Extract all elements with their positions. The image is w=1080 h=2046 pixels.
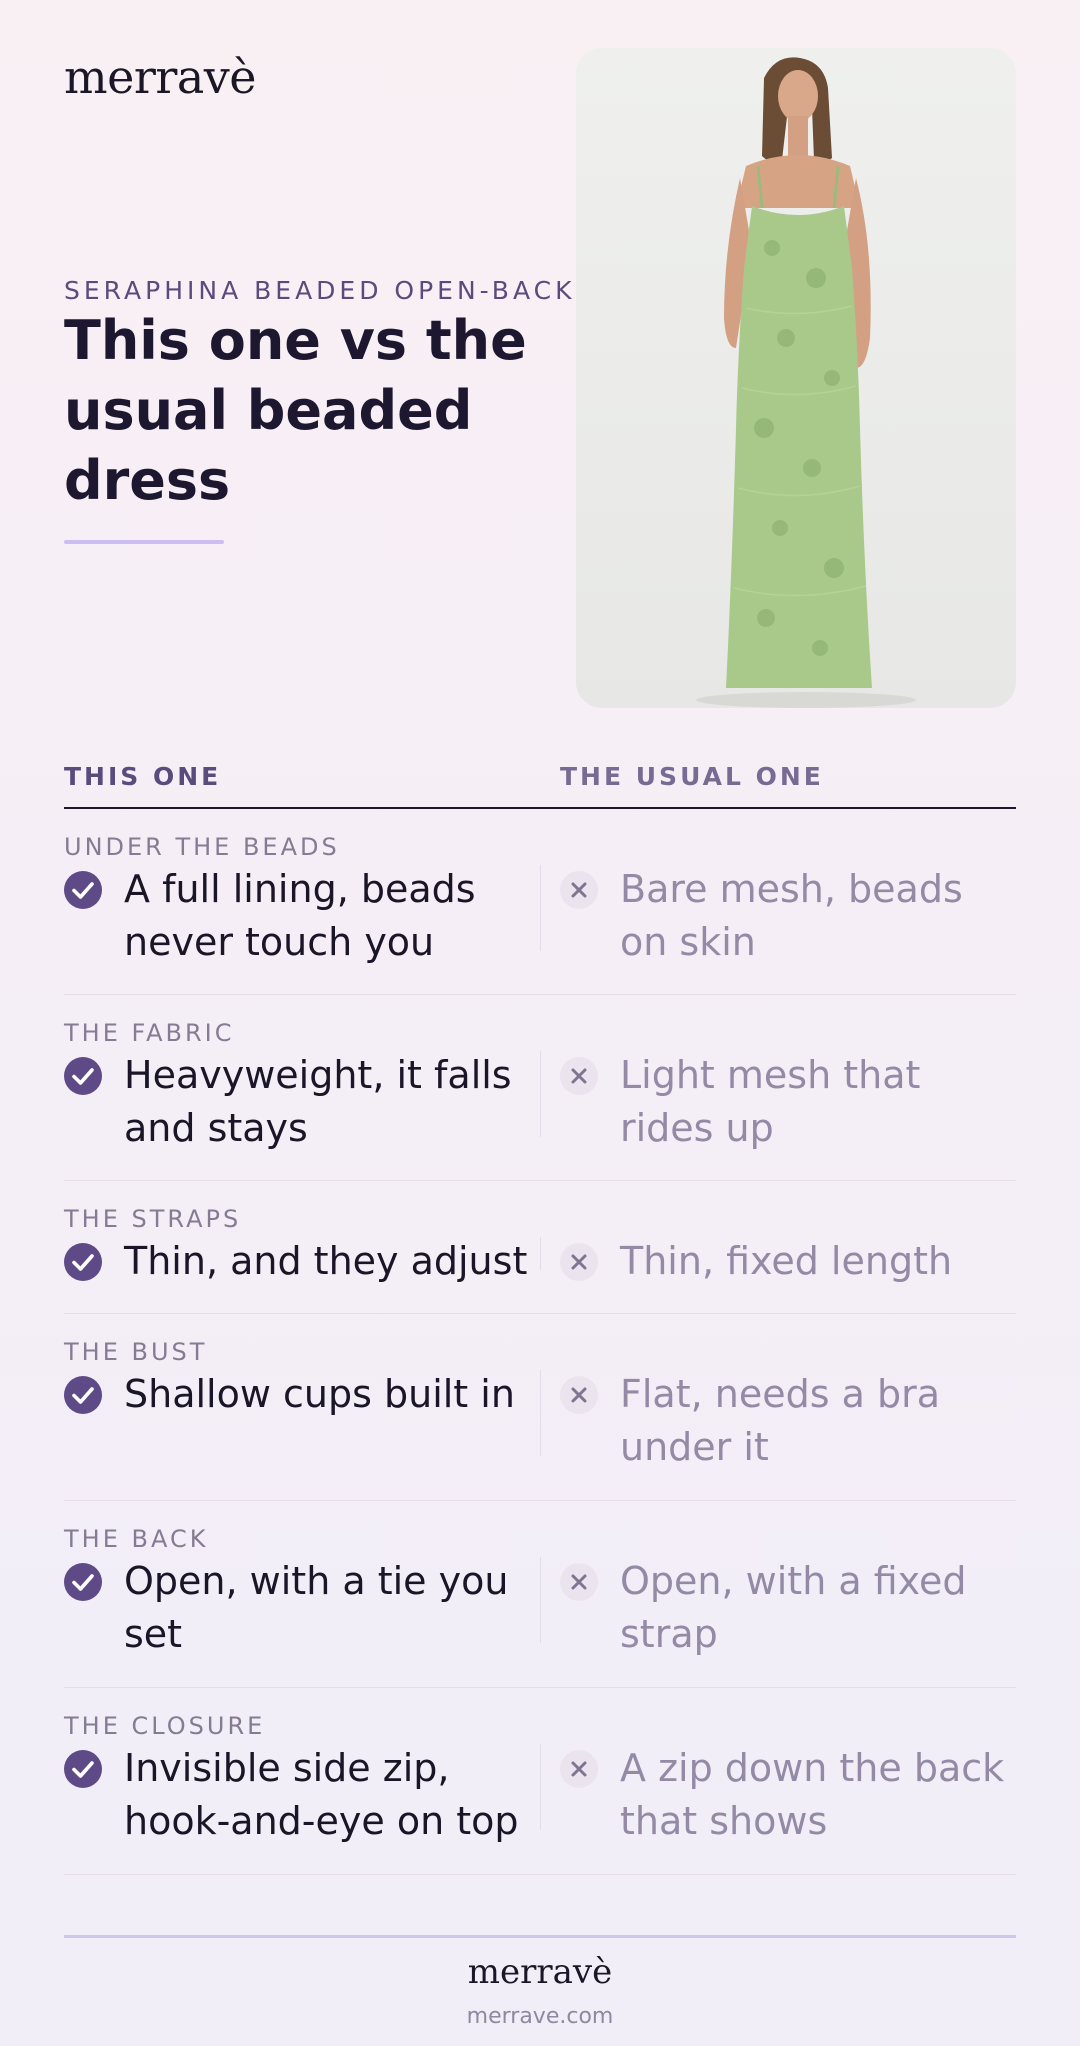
footer-logo[interactable]: merravè [0, 1952, 1080, 1992]
x-circle-icon [560, 871, 598, 909]
comparison-row: THE FABRIC Heavyweight, it falls and sta… [64, 995, 1016, 1181]
comparison-row: THE BACK Open, with a tie you set Open, … [64, 1501, 1016, 1688]
check-circle-icon [64, 1376, 102, 1414]
row-label: THE FABRIC [64, 1019, 235, 1047]
comparison-row: THE BUST Shallow cups built in Flat, nee… [64, 1314, 1016, 1501]
column-header-usual-one: THE USUAL ONE [560, 762, 824, 791]
check-circle-icon [64, 1057, 102, 1095]
this-one-text: Open, with a tie you set [124, 1559, 509, 1656]
usual-one-text: Light mesh that rides up [620, 1053, 921, 1150]
check-circle-icon [64, 1563, 102, 1601]
product-kicker: SERAPHINA BEADED OPEN-BACK MAX [64, 276, 656, 305]
usual-one-text: A zip down the back that shows [620, 1746, 1005, 1843]
this-one-text: Thin, and they adjust [124, 1239, 528, 1283]
row-label: THE BUST [64, 1338, 208, 1366]
check-circle-icon [64, 1750, 102, 1788]
check-circle-icon [64, 871, 102, 909]
usual-one-text: Thin, fixed length [620, 1239, 953, 1283]
row-label: THE STRAPS [64, 1205, 242, 1233]
x-circle-icon [560, 1750, 598, 1788]
x-circle-icon [560, 1563, 598, 1601]
page-headline: This one vs the usual beaded dress [64, 309, 527, 512]
comparison-table: UNDER THE BEADS A full lining, beads nev… [64, 809, 1016, 1875]
check-circle-icon [64, 1243, 102, 1281]
usual-one-text: Open, with a fixed strap [620, 1559, 967, 1656]
column-header-this-one: THIS ONE [64, 762, 222, 791]
this-one-text: Heavyweight, it falls and stays [124, 1053, 512, 1150]
x-circle-icon [560, 1057, 598, 1095]
usual-one-text: Bare mesh, beads on skin [620, 867, 963, 964]
comparison-row: UNDER THE BEADS A full lining, beads nev… [64, 809, 1016, 995]
usual-one-text: Flat, needs a bra under it [620, 1372, 940, 1469]
row-label: THE CLOSURE [64, 1712, 266, 1740]
comparison-row: THE CLOSURE Invisible side zip, hook-and… [64, 1688, 1016, 1875]
brand-logo[interactable]: merravè [64, 50, 256, 104]
x-circle-icon [560, 1376, 598, 1414]
this-one-text: Shallow cups built in [124, 1372, 515, 1416]
headline-underline [64, 540, 224, 544]
this-one-text: A full lining, beads never touch you [124, 867, 476, 964]
this-one-text: Invisible side zip, hook-and-eye on top [124, 1746, 519, 1843]
comparison-row: THE STRAPS Thin, and they adjust Thin, f… [64, 1181, 1016, 1314]
x-circle-icon [560, 1243, 598, 1281]
footer-url-link[interactable]: merrave.com [0, 2004, 1080, 2029]
row-label: THE BACK [64, 1525, 209, 1553]
product-photo [576, 48, 1016, 708]
row-label: UNDER THE BEADS [64, 833, 340, 861]
footer-divider [64, 1935, 1016, 1938]
